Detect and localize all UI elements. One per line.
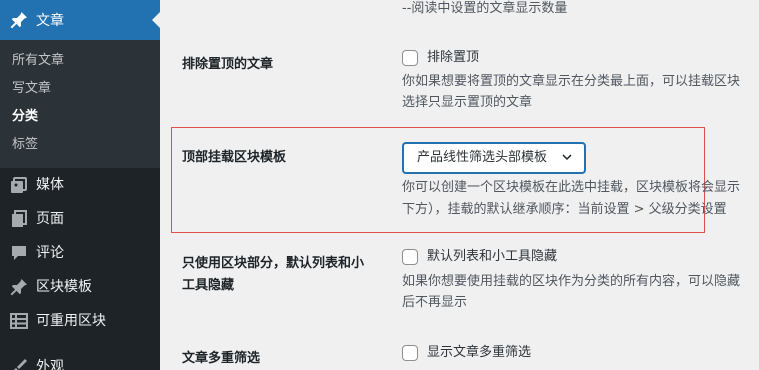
posts-submenu: 所有文章 写文章 分类 标签 (0, 40, 160, 168)
top-block-template-desc-line2: 下方），挂载的默认继承顺序：当前设置 > 父级分类设置 (402, 202, 727, 217)
menu-appearance-label: 外观 (36, 359, 64, 370)
multi-filter-option[interactable]: 显示文章多重筛选 (402, 344, 531, 362)
menu-media[interactable]: 媒体 (0, 168, 160, 202)
current-menu-arrow (152, 12, 160, 28)
menu-media-label: 媒体 (36, 177, 64, 193)
submenu-tags[interactable]: 标签 (12, 136, 38, 154)
menu-comments-label: 评论 (36, 245, 64, 261)
settings-form: --阅读中设置的文章显示数量 排除置顶的文章 排除置顶 你如果想要将置顶的文章显… (160, 0, 759, 370)
chevron-down-icon (562, 154, 572, 161)
exclude-sticky-checkbox[interactable] (402, 50, 418, 66)
pin-icon (10, 279, 27, 296)
submenu-categories[interactable]: 分类 (12, 108, 38, 126)
admin-sidebar: 文章 所有文章 写文章 分类 标签 媒体 页面 评论 区块模板 可重用区块 外观 (0, 0, 160, 370)
page-icon (12, 210, 27, 227)
menu-posts[interactable]: 文章 (0, 0, 160, 40)
block-only-desc-line1: 如果你想要使用挂载的区块作为分类的所有内容，可以隐藏 (402, 274, 741, 289)
menu-block-templates[interactable]: 区块模板 (0, 270, 160, 304)
pin-icon (10, 12, 27, 29)
top-block-template-selected-value: 产品线性筛选头部模板 (417, 150, 548, 165)
submenu-all-posts[interactable]: 所有文章 (12, 52, 64, 70)
menu-pages[interactable]: 页面 (0, 202, 160, 236)
multi-filter-checkbox[interactable] (402, 345, 418, 361)
comment-icon (12, 246, 26, 260)
exclude-sticky-option[interactable]: 排除置顶 (402, 49, 479, 67)
top-block-template-select[interactable]: 产品线性筛选头部模板 (403, 143, 585, 173)
menu-comments[interactable]: 评论 (0, 236, 160, 270)
multi-filter-checkbox-label: 显示文章多重筛选 (427, 345, 532, 360)
exclude-sticky-desc-line2: 选择只显示置顶的文章 (402, 95, 533, 110)
posts-per-page-note: --阅读中设置的文章显示数量 (402, 1, 568, 16)
top-block-template-title: 顶部挂载区块模板 (182, 150, 287, 165)
brush-icon (14, 359, 27, 370)
block-only-title-line2: 工具隐藏 (182, 278, 235, 293)
block-only-checkbox-label: 默认列表和小工具隐藏 (427, 249, 558, 264)
menu-reusable-blocks[interactable]: 可重用区块 (0, 304, 160, 338)
exclude-sticky-title: 排除置顶的文章 (182, 57, 274, 72)
top-block-template-desc-line1: 你可以创建一个区块模板在此选中挂载，区块模板将会显示 (402, 180, 741, 195)
block-only-option[interactable]: 默认列表和小工具隐藏 (402, 248, 557, 266)
media-icon (11, 177, 27, 193)
menu-reusable-blocks-label: 可重用区块 (36, 313, 106, 329)
multi-filter-title: 文章多重筛选 (182, 351, 261, 366)
block-only-desc-line2: 后不再显示 (402, 295, 468, 310)
menu-pages-label: 页面 (36, 211, 64, 227)
menu-posts-label: 文章 (36, 13, 64, 29)
table-icon (10, 313, 28, 329)
menu-appearance[interactable]: 外观 (0, 350, 160, 370)
exclude-sticky-desc-line1: 你如果想要将置顶的文章显示在分类最上面，可以挂载区块 (402, 74, 741, 89)
menu-block-templates-label: 区块模板 (36, 279, 92, 295)
block-only-title-line1: 只使用区块部分，默认列表和小 (182, 256, 365, 271)
submenu-new-post[interactable]: 写文章 (12, 80, 51, 98)
block-only-checkbox[interactable] (402, 249, 418, 265)
exclude-sticky-checkbox-label: 排除置顶 (427, 50, 480, 65)
